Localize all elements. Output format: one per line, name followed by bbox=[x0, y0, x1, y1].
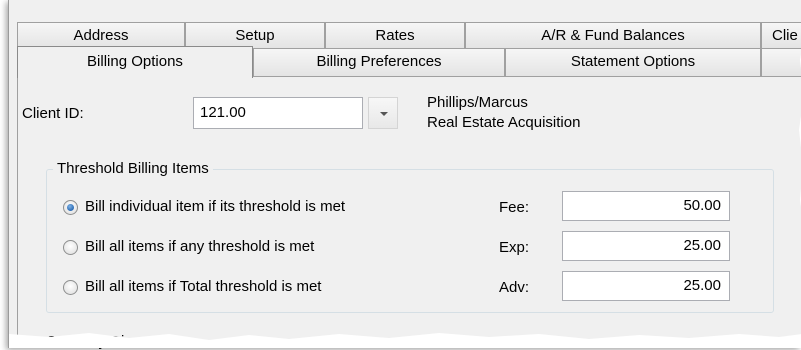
radio-button[interactable] bbox=[63, 280, 78, 295]
tab-address[interactable]: Address bbox=[17, 22, 185, 48]
client-id-label: Client ID: bbox=[22, 105, 84, 122]
adv-label: Adv: bbox=[499, 279, 530, 296]
threshold-billing-legend: Threshold Billing Items bbox=[53, 160, 213, 177]
tab-rates[interactable]: Rates bbox=[325, 22, 465, 48]
radio-button[interactable] bbox=[63, 240, 78, 255]
courtesy-discount-legend: Courtesy Discount bbox=[46, 333, 169, 350]
threshold-billing-group: Threshold Billing Items Bill individual … bbox=[46, 160, 774, 313]
client-matter: Real Estate Acquisition bbox=[427, 114, 581, 131]
courtesy-group-border bbox=[158, 343, 778, 344]
adv-threshold-input[interactable]: 25.00 bbox=[562, 271, 730, 301]
chevron-down-icon bbox=[380, 112, 388, 116]
fee-label: Fee: bbox=[499, 199, 530, 216]
tab-ar-fund-balances[interactable]: A/R & Fund Balances bbox=[465, 22, 761, 48]
tab-row-top: Address Setup Rates A/R & Fund Balances … bbox=[17, 22, 801, 48]
tab-row-bottom: Billing Options Billing Preferences Stat… bbox=[17, 46, 801, 78]
exp-threshold-input[interactable]: 25.00 bbox=[562, 231, 730, 261]
client-id-input[interactable]: 121.00 bbox=[193, 97, 363, 129]
tab-partial[interactable] bbox=[761, 48, 801, 76]
radio-button-checked[interactable] bbox=[63, 200, 78, 215]
tab-clients-partial[interactable]: Clie bbox=[761, 22, 801, 48]
tab-statement-options[interactable]: Statement Options bbox=[505, 48, 761, 76]
tab-setup[interactable]: Setup bbox=[185, 22, 325, 48]
fee-threshold-input[interactable]: 50.00 bbox=[562, 191, 730, 221]
radio-label: Bill all items if Total threshold is met bbox=[85, 278, 322, 295]
radio-label: Bill all items if any threshold is met bbox=[85, 238, 315, 255]
client-id-dropdown-button[interactable] bbox=[368, 97, 398, 129]
radio-label: Bill individual item if its threshold is… bbox=[85, 198, 346, 215]
tab-billing-preferences[interactable]: Billing Preferences bbox=[253, 48, 505, 76]
client-name: Phillips/Marcus bbox=[427, 94, 528, 111]
exp-label: Exp: bbox=[499, 239, 530, 256]
client-window: Address Setup Rates A/R & Fund Balances … bbox=[8, 0, 801, 350]
tab-billing-options[interactable]: Billing Options bbox=[17, 46, 253, 78]
billing-options-panel: Client ID: 121.00 Phillips/Marcus Real E… bbox=[17, 76, 801, 350]
